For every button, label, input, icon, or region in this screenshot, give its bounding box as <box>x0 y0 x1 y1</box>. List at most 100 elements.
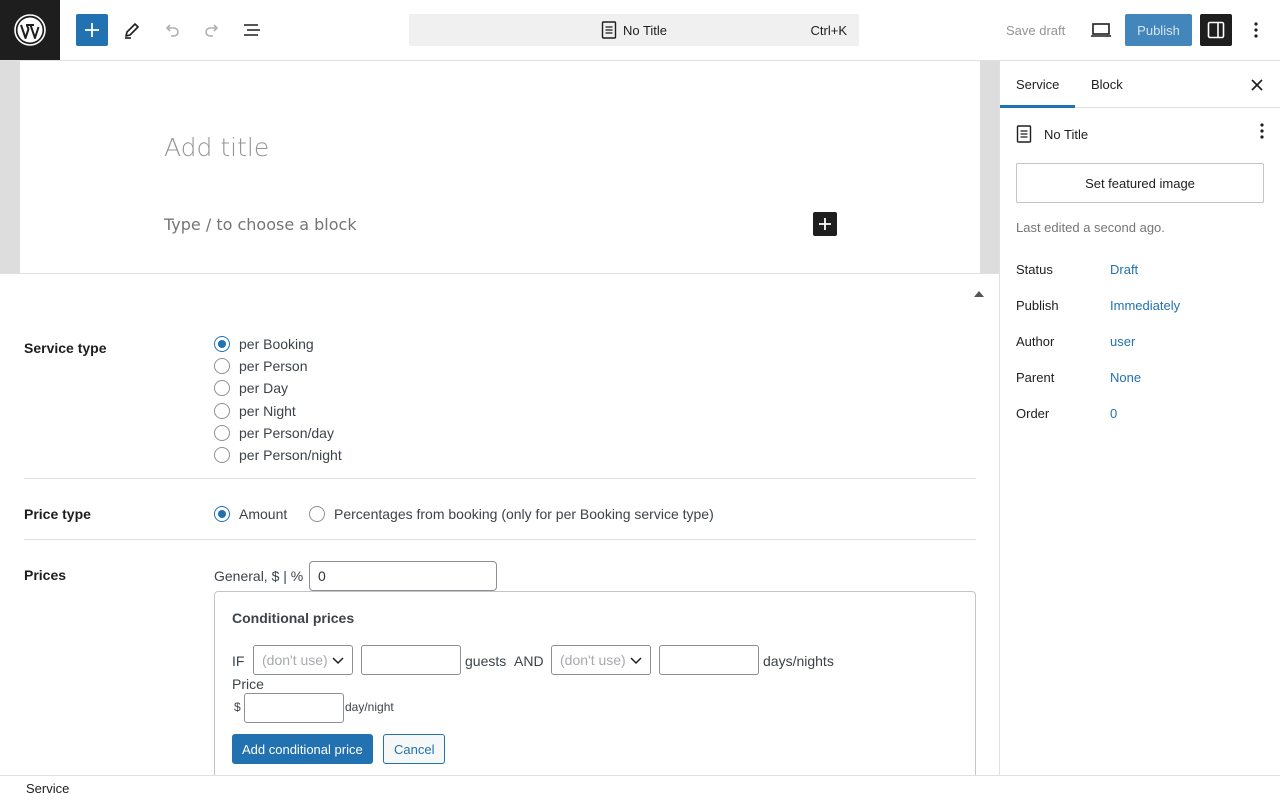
command-shortcut: Ctrl+K <box>810 23 847 38</box>
command-title: No Title <box>601 21 667 39</box>
radio[interactable] <box>214 358 230 374</box>
service-type-option[interactable]: per Night <box>214 403 296 419</box>
option-label: Amount <box>239 506 288 522</box>
publish-date-button[interactable]: Immediately <box>1110 298 1180 313</box>
collapse-arrow-icon[interactable] <box>974 291 984 297</box>
page-icon <box>1016 125 1032 143</box>
default-block-appender[interactable]: Type / to choose a block <box>164 215 357 234</box>
add-conditional-price-button[interactable]: Add conditional price <box>232 734 373 764</box>
set-featured-image-button[interactable]: Set featured image <box>1016 163 1264 203</box>
guests-input[interactable] <box>361 645 461 675</box>
wordpress-logo-icon <box>14 14 46 46</box>
kebab-menu-icon <box>1260 123 1264 139</box>
author-label: Author <box>1016 334 1055 349</box>
days-input[interactable] <box>659 645 759 675</box>
preview-button[interactable] <box>1085 14 1117 46</box>
days-condition-select[interactable]: (don't use) <box>551 645 651 675</box>
redo-button[interactable] <box>196 14 228 46</box>
general-price-input[interactable]: 0 <box>309 561 497 591</box>
option-label: per Person/night <box>239 447 342 463</box>
days-nights-label: days/nights <box>763 653 834 669</box>
service-type-option[interactable]: per Person <box>214 358 307 374</box>
select-value: (don't use) <box>560 652 626 668</box>
tab-service[interactable]: Service <box>1000 61 1075 108</box>
kebab-menu-icon <box>1254 22 1258 38</box>
document-overview-button[interactable] <box>236 14 268 46</box>
plus-icon <box>85 23 99 37</box>
price-type-label: Price type <box>24 506 91 522</box>
order-button[interactable]: 0 <box>1110 406 1117 421</box>
radio[interactable] <box>214 380 230 396</box>
document-actions-button[interactable] <box>1260 123 1264 142</box>
options-menu-button[interactable] <box>1240 14 1272 46</box>
guests-condition-select[interactable]: (don't use) <box>253 645 353 675</box>
currency-symbol: $ <box>234 700 241 714</box>
radio-checked[interactable] <box>214 336 230 352</box>
sidebar-icon <box>1207 21 1225 39</box>
document-card: No Title <box>1016 125 1088 143</box>
last-edited-text: Last edited a second ago. <box>1016 220 1165 235</box>
guests-label: guests <box>465 653 507 669</box>
price-label: Price <box>232 676 264 692</box>
save-draft-button[interactable]: Save draft <box>998 14 1073 46</box>
parent-label: Parent <box>1016 370 1055 385</box>
order-label: Order <box>1016 406 1050 421</box>
option-label: per Person <box>239 358 308 374</box>
service-type-option[interactable]: per Person/day <box>214 425 334 441</box>
status-label: Status <box>1016 262 1053 277</box>
command-palette-bar[interactable]: No Title Ctrl+K <box>409 14 859 46</box>
author-button[interactable]: user <box>1110 334 1135 349</box>
status-value-button[interactable]: Draft <box>1110 262 1138 277</box>
conditional-prices-title: Conditional prices <box>232 610 355 626</box>
settings-sidebar: Service Block No Title Set featured imag… <box>999 61 1280 775</box>
command-title-text: No Title <box>622 22 668 38</box>
undo-button[interactable] <box>156 14 188 46</box>
service-meta-box: Service type per Booking per Person per … <box>0 274 999 775</box>
publish-label: Publish <box>1016 298 1059 313</box>
option-label: per Booking <box>239 336 314 352</box>
editor-canvas-frame: Add title Type / to choose a block <box>0 61 999 274</box>
and-label: AND <box>514 653 544 669</box>
radio[interactable] <box>214 403 230 419</box>
option-label: Percentages from booking (only for per B… <box>334 506 714 522</box>
publish-button[interactable]: Publish <box>1125 14 1192 46</box>
service-type-option[interactable]: per Person/night <box>214 447 342 463</box>
undo-icon <box>165 24 179 37</box>
service-type-option[interactable]: per Booking <box>214 336 314 352</box>
service-type-label: Service type <box>24 340 107 356</box>
parent-button[interactable]: None <box>1110 370 1141 385</box>
inline-add-block-button[interactable] <box>813 212 837 236</box>
price-type-option[interactable]: Percentages from booking (only for per B… <box>309 506 714 522</box>
price-type-option[interactable]: Amount <box>214 506 287 522</box>
tools-button[interactable] <box>116 14 148 46</box>
radio[interactable] <box>214 425 230 441</box>
divider <box>24 539 976 540</box>
add-block-button[interactable] <box>76 14 108 46</box>
page-icon <box>601 21 617 39</box>
wordpress-logo-button[interactable] <box>0 0 60 60</box>
radio-checked[interactable] <box>214 506 230 522</box>
close-icon <box>1251 79 1263 91</box>
plus-icon <box>819 218 831 230</box>
breadcrumb-item[interactable]: Service <box>26 781 69 796</box>
option-label: per Night <box>239 403 296 419</box>
editor-canvas: Add title Type / to choose a block <box>20 61 980 273</box>
conditional-price-input[interactable] <box>244 693 344 723</box>
general-price-label: General, $ | % <box>214 568 304 584</box>
option-label: per Person/day <box>239 425 334 441</box>
post-title-input[interactable]: Add title <box>164 133 269 162</box>
radio[interactable] <box>214 447 230 463</box>
conditional-prices-box: Conditional prices IF (don't use) guests… <box>214 591 976 775</box>
cancel-button[interactable]: Cancel <box>383 734 446 764</box>
radio[interactable] <box>309 506 325 522</box>
option-label: per Day <box>239 380 289 396</box>
tab-block[interactable]: Block <box>1075 61 1139 108</box>
editor-header: No Title Ctrl+K Save draft Publish <box>0 0 1280 61</box>
close-sidebar-button[interactable] <box>1247 75 1267 95</box>
block-breadcrumb-bar: Service <box>0 775 1280 800</box>
divider <box>24 478 976 479</box>
redo-icon <box>205 24 219 37</box>
service-type-option[interactable]: per Day <box>214 380 288 396</box>
settings-sidebar-toggle[interactable] <box>1200 14 1232 46</box>
chevron-down-icon <box>332 657 344 665</box>
